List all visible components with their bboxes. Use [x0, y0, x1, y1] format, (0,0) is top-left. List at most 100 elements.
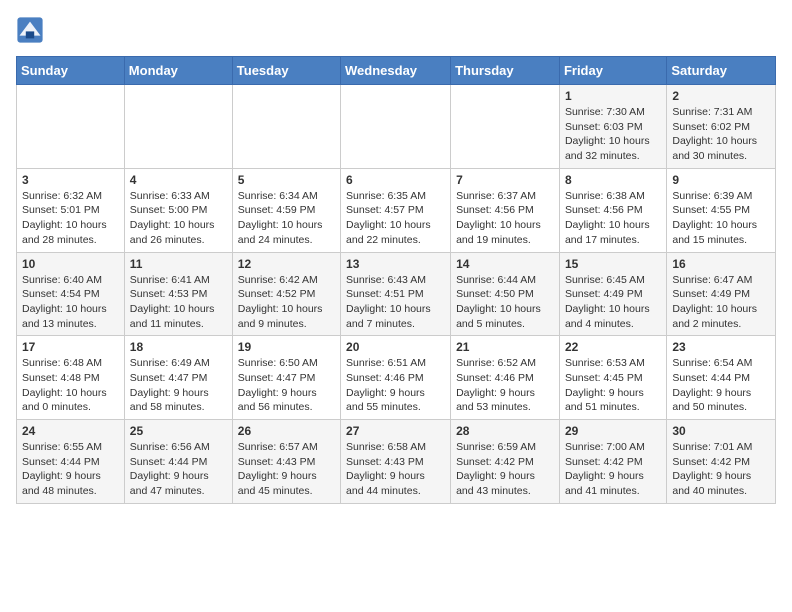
day-number: 25 — [130, 424, 227, 438]
day-info: Sunrise: 6:40 AM Sunset: 4:54 PM Dayligh… — [22, 273, 119, 332]
day-info: Sunrise: 6:54 AM Sunset: 4:44 PM Dayligh… — [672, 356, 770, 415]
day-info: Sunrise: 6:47 AM Sunset: 4:49 PM Dayligh… — [672, 273, 770, 332]
calendar-cell: 30 Sunrise: 7:01 AM Sunset: 4:42 PM Dayli… — [667, 420, 776, 504]
day-number: 5 — [238, 173, 335, 187]
calendar-week-3: 10 Sunrise: 6:40 AM Sunset: 4:54 PM Dayli… — [17, 252, 776, 336]
day-number: 12 — [238, 257, 335, 271]
calendar-cell: 6 Sunrise: 6:35 AM Sunset: 4:57 PM Daylig… — [341, 168, 451, 252]
day-info: Sunrise: 6:44 AM Sunset: 4:50 PM Dayligh… — [456, 273, 554, 332]
day-info: Sunrise: 6:57 AM Sunset: 4:43 PM Dayligh… — [238, 440, 335, 499]
day-number: 15 — [565, 257, 661, 271]
day-number: 30 — [672, 424, 770, 438]
calendar-cell: 2 Sunrise: 7:31 AM Sunset: 6:02 PM Daylig… — [667, 85, 776, 169]
day-info: Sunrise: 7:30 AM Sunset: 6:03 PM Dayligh… — [565, 105, 661, 164]
day-info: Sunrise: 6:34 AM Sunset: 4:59 PM Dayligh… — [238, 189, 335, 248]
column-header-saturday: Saturday — [667, 57, 776, 85]
calendar-cell: 17Sunrise: 6:48 AM Sunset: 4:48 PM Dayli… — [17, 336, 125, 420]
calendar-cell — [341, 85, 451, 169]
day-number: 17 — [22, 340, 119, 354]
day-info: Sunrise: 6:58 AM Sunset: 4:43 PM Dayligh… — [346, 440, 445, 499]
page-header — [16, 16, 776, 44]
calendar-cell — [451, 85, 560, 169]
calendar-cell: 25 Sunrise: 6:56 AM Sunset: 4:44 PM Dayli… — [124, 420, 232, 504]
day-number: 2 — [672, 89, 770, 103]
calendar-cell: 3 Sunrise: 6:32 AM Sunset: 5:01 PM Daylig… — [17, 168, 125, 252]
day-info: Sunrise: 6:41 AM Sunset: 4:53 PM Dayligh… — [130, 273, 227, 332]
day-info: Sunrise: 6:59 AM Sunset: 4:42 PM Dayligh… — [456, 440, 554, 499]
day-number: 10 — [22, 257, 119, 271]
day-number: 19 — [238, 340, 335, 354]
column-header-friday: Friday — [559, 57, 666, 85]
day-number: 16 — [672, 257, 770, 271]
day-info: Sunrise: 6:55 AM Sunset: 4:44 PM Dayligh… — [22, 440, 119, 499]
calendar-cell: 10 Sunrise: 6:40 AM Sunset: 4:54 PM Dayli… — [17, 252, 125, 336]
calendar-header-row: SundayMondayTuesdayWednesdayThursdayFrid… — [17, 57, 776, 85]
calendar-cell: 28 Sunrise: 6:59 AM Sunset: 4:42 PM Dayli… — [451, 420, 560, 504]
calendar-table: SundayMondayTuesdayWednesdayThursdayFrid… — [16, 56, 776, 504]
calendar-week-5: 24 Sunrise: 6:55 AM Sunset: 4:44 PM Dayli… — [17, 420, 776, 504]
calendar-week-1: 1 Sunrise: 7:30 AM Sunset: 6:03 PM Daylig… — [17, 85, 776, 169]
day-number: 9 — [672, 173, 770, 187]
calendar-cell: 23 Sunrise: 6:54 AM Sunset: 4:44 PM Dayli… — [667, 336, 776, 420]
calendar-cell: 29 Sunrise: 7:00 AM Sunset: 4:42 PM Dayli… — [559, 420, 666, 504]
calendar-cell: 18 Sunrise: 6:49 AM Sunset: 4:47 PM Dayli… — [124, 336, 232, 420]
column-header-tuesday: Tuesday — [232, 57, 340, 85]
day-number: 24 — [22, 424, 119, 438]
calendar-cell: 15Sunrise: 6:45 AM Sunset: 4:49 PM Dayli… — [559, 252, 666, 336]
day-number: 7 — [456, 173, 554, 187]
column-header-thursday: Thursday — [451, 57, 560, 85]
calendar-cell: 20Sunrise: 6:51 AM Sunset: 4:46 PM Dayli… — [341, 336, 451, 420]
calendar-week-2: 3 Sunrise: 6:32 AM Sunset: 5:01 PM Daylig… — [17, 168, 776, 252]
calendar-cell — [124, 85, 232, 169]
day-info: Sunrise: 6:49 AM Sunset: 4:47 PM Dayligh… — [130, 356, 227, 415]
day-number: 6 — [346, 173, 445, 187]
calendar-cell — [232, 85, 340, 169]
calendar-cell — [17, 85, 125, 169]
day-info: Sunrise: 6:32 AM Sunset: 5:01 PM Dayligh… — [22, 189, 119, 248]
day-info: Sunrise: 6:56 AM Sunset: 4:44 PM Dayligh… — [130, 440, 227, 499]
day-info: Sunrise: 6:37 AM Sunset: 4:56 PM Dayligh… — [456, 189, 554, 248]
day-number: 29 — [565, 424, 661, 438]
day-info: Sunrise: 6:35 AM Sunset: 4:57 PM Dayligh… — [346, 189, 445, 248]
day-number: 11 — [130, 257, 227, 271]
day-number: 1 — [565, 89, 661, 103]
calendar-week-4: 17Sunrise: 6:48 AM Sunset: 4:48 PM Dayli… — [17, 336, 776, 420]
day-number: 8 — [565, 173, 661, 187]
calendar-cell: 22 Sunrise: 6:53 AM Sunset: 4:45 PM Dayli… — [559, 336, 666, 420]
calendar-cell: 11 Sunrise: 6:41 AM Sunset: 4:53 PM Dayli… — [124, 252, 232, 336]
day-number: 23 — [672, 340, 770, 354]
calendar-cell: 1 Sunrise: 7:30 AM Sunset: 6:03 PM Daylig… — [559, 85, 666, 169]
calendar-cell: 9 Sunrise: 6:39 AM Sunset: 4:55 PM Daylig… — [667, 168, 776, 252]
column-header-wednesday: Wednesday — [341, 57, 451, 85]
day-info: Sunrise: 6:43 AM Sunset: 4:51 PM Dayligh… — [346, 273, 445, 332]
logo — [16, 16, 48, 44]
day-number: 3 — [22, 173, 119, 187]
day-info: Sunrise: 7:01 AM Sunset: 4:42 PM Dayligh… — [672, 440, 770, 499]
day-info: Sunrise: 7:00 AM Sunset: 4:42 PM Dayligh… — [565, 440, 661, 499]
calendar-cell: 27 Sunrise: 6:58 AM Sunset: 4:43 PM Dayli… — [341, 420, 451, 504]
day-info: Sunrise: 7:31 AM Sunset: 6:02 PM Dayligh… — [672, 105, 770, 164]
column-header-monday: Monday — [124, 57, 232, 85]
day-number: 28 — [456, 424, 554, 438]
calendar-cell: 16 Sunrise: 6:47 AM Sunset: 4:49 PM Dayli… — [667, 252, 776, 336]
calendar-cell: 4Sunrise: 6:33 AM Sunset: 5:00 PM Daylig… — [124, 168, 232, 252]
calendar-cell: 8 Sunrise: 6:38 AM Sunset: 4:56 PM Daylig… — [559, 168, 666, 252]
day-number: 27 — [346, 424, 445, 438]
calendar-cell: 14 Sunrise: 6:44 AM Sunset: 4:50 PM Dayli… — [451, 252, 560, 336]
calendar-cell: 19 Sunrise: 6:50 AM Sunset: 4:47 PM Dayli… — [232, 336, 340, 420]
day-info: Sunrise: 6:38 AM Sunset: 4:56 PM Dayligh… — [565, 189, 661, 248]
calendar-cell: 26Sunrise: 6:57 AM Sunset: 4:43 PM Dayli… — [232, 420, 340, 504]
day-info: Sunrise: 6:50 AM Sunset: 4:47 PM Dayligh… — [238, 356, 335, 415]
day-info: Sunrise: 6:42 AM Sunset: 4:52 PM Dayligh… — [238, 273, 335, 332]
day-number: 14 — [456, 257, 554, 271]
calendar-cell: 5 Sunrise: 6:34 AM Sunset: 4:59 PM Daylig… — [232, 168, 340, 252]
day-number: 21 — [456, 340, 554, 354]
day-info: Sunrise: 6:39 AM Sunset: 4:55 PM Dayligh… — [672, 189, 770, 248]
day-number: 22 — [565, 340, 661, 354]
column-header-sunday: Sunday — [17, 57, 125, 85]
day-info: Sunrise: 6:53 AM Sunset: 4:45 PM Dayligh… — [565, 356, 661, 415]
day-number: 18 — [130, 340, 227, 354]
day-info: Sunrise: 6:52 AM Sunset: 4:46 PM Dayligh… — [456, 356, 554, 415]
calendar-cell: 24 Sunrise: 6:55 AM Sunset: 4:44 PM Dayli… — [17, 420, 125, 504]
logo-icon — [16, 16, 44, 44]
